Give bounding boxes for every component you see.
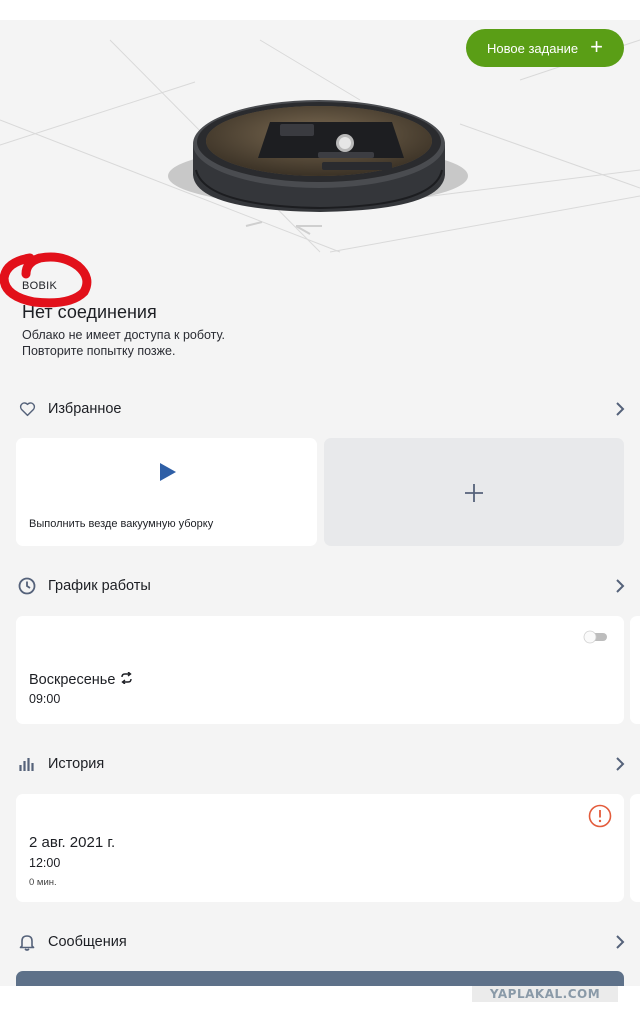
red-scribble-icon bbox=[0, 252, 92, 308]
favorite-label: Выполнить везде вакуумную уборку bbox=[29, 518, 214, 530]
warning-icon bbox=[588, 804, 612, 833]
schedule-day: Воскресенье bbox=[29, 671, 133, 688]
schedule-day-label: Воскресенье bbox=[29, 672, 116, 688]
message-card[interactable] bbox=[16, 971, 624, 986]
schedule-toggle[interactable] bbox=[583, 630, 609, 644]
favorites-header[interactable]: Избранное bbox=[0, 394, 640, 424]
connection-status-message: Облако не имеет доступа к роботу. bbox=[22, 328, 226, 342]
new-task-button[interactable]: Новое задание + bbox=[466, 29, 624, 67]
history-title: История bbox=[48, 756, 105, 772]
history-card-next[interactable] bbox=[630, 794, 640, 902]
schedule-header[interactable]: График работы bbox=[0, 571, 640, 601]
bell-icon bbox=[18, 933, 36, 951]
schedule-time: 09:00 bbox=[29, 692, 61, 706]
messages-header[interactable]: Сообщения bbox=[0, 927, 640, 957]
bar-chart-icon bbox=[18, 755, 36, 773]
favorite-card[interactable]: Выполнить везде вакуумную уборку bbox=[16, 438, 317, 546]
history-header[interactable]: История bbox=[0, 749, 640, 779]
robot-name: BOBIK bbox=[22, 280, 58, 292]
app-screen: Новое задание + BOBIK Нет соединения Обл… bbox=[0, 20, 640, 986]
chevron-right-icon[interactable] bbox=[614, 756, 626, 777]
add-favorite-button[interactable] bbox=[324, 438, 624, 546]
chevron-right-icon[interactable] bbox=[614, 578, 626, 599]
clock-icon bbox=[18, 577, 36, 595]
plus-icon bbox=[464, 483, 484, 508]
heart-icon bbox=[18, 400, 36, 418]
chevron-right-icon[interactable] bbox=[614, 401, 626, 422]
plus-icon: + bbox=[590, 34, 603, 59]
schedule-card-next[interactable] bbox=[630, 616, 640, 724]
history-duration: 0 мин. bbox=[29, 877, 57, 888]
watermark: YAPLAKAL.COM bbox=[472, 986, 618, 1002]
play-icon[interactable] bbox=[159, 462, 177, 487]
favorites-title: Избранное bbox=[48, 401, 122, 417]
schedule-title: График работы bbox=[48, 578, 151, 594]
repeat-icon bbox=[120, 671, 133, 688]
new-task-label: Новое задание bbox=[487, 40, 579, 56]
history-date: 2 авг. 2021 г. bbox=[29, 834, 116, 851]
robot-hero: Новое задание + bbox=[0, 20, 640, 280]
connection-status-hint: Повторите попытку позже. bbox=[22, 344, 176, 358]
schedule-card[interactable]: Воскресенье 09:00 bbox=[16, 616, 624, 724]
messages-title: Сообщения bbox=[48, 934, 127, 950]
chevron-right-icon[interactable] bbox=[614, 934, 626, 955]
history-time: 12:00 bbox=[29, 856, 61, 870]
history-card[interactable]: 2 авг. 2021 г. 12:00 0 мин. bbox=[16, 794, 624, 902]
